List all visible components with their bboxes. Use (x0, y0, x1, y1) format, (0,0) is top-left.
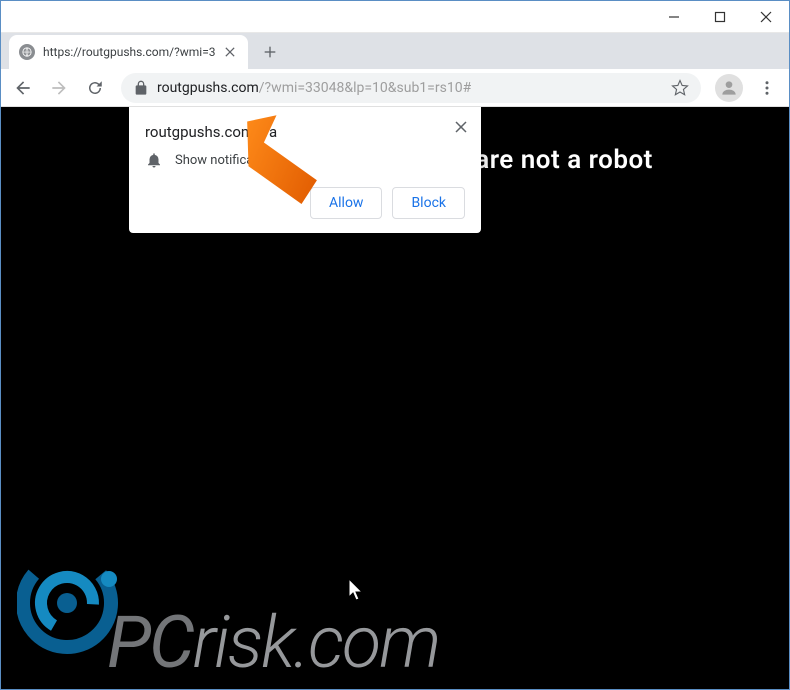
watermark-pc: PC (107, 600, 193, 685)
tab-strip: https://routgpushs.com/?wmi=3 (1, 33, 789, 69)
window-titlebar (1, 1, 789, 33)
watermark-risk: risk (193, 600, 294, 685)
annotation-arrow-icon (243, 115, 333, 229)
browser-tab[interactable]: https://routgpushs.com/?wmi=3 (9, 35, 248, 69)
tab-title: https://routgpushs.com/?wmi=3 (43, 45, 216, 59)
profile-avatar[interactable] (715, 74, 743, 102)
url-host: routgpushs.com (157, 80, 259, 96)
back-button[interactable] (7, 72, 39, 104)
menu-button[interactable] (751, 72, 783, 104)
block-button[interactable]: Block (392, 187, 465, 219)
reload-button[interactable] (79, 72, 111, 104)
tab-close-button[interactable] (222, 44, 238, 60)
toolbar: routgpushs.com/?wmi=33048&lp=10&sub1=rs1… (1, 69, 789, 107)
watermark-swirl-icon (17, 543, 137, 663)
bookmark-star-icon[interactable] (671, 79, 689, 97)
window-minimize-button[interactable] (651, 1, 697, 33)
new-tab-button[interactable] (256, 38, 284, 66)
watermark-text: PCrisk.com (107, 603, 439, 683)
robot-text-suffix: u are not a robot (453, 145, 653, 175)
browser-window: https://routgpushs.com/?wmi=3 routgpushs… (0, 0, 790, 690)
watermark: PCrisk.com (17, 600, 439, 685)
page-content: C lick Allow to confirm yo u are not a r… (1, 107, 789, 689)
mouse-cursor-icon (349, 579, 367, 607)
popup-close-button[interactable] (451, 117, 471, 137)
watermark-dotcom: .com (293, 600, 439, 685)
bell-icon (145, 151, 163, 169)
window-maximize-button[interactable] (697, 1, 743, 33)
lock-icon (133, 80, 149, 96)
forward-button[interactable] (43, 72, 75, 104)
url-path: /?wmi=33048&lp=10&sub1=rs10# (259, 80, 471, 96)
window-close-button[interactable] (743, 1, 789, 33)
address-bar[interactable]: routgpushs.com/?wmi=33048&lp=10&sub1=rs1… (121, 73, 701, 103)
globe-icon (19, 44, 35, 60)
url-text: routgpushs.com/?wmi=33048&lp=10&sub1=rs1… (157, 80, 471, 96)
